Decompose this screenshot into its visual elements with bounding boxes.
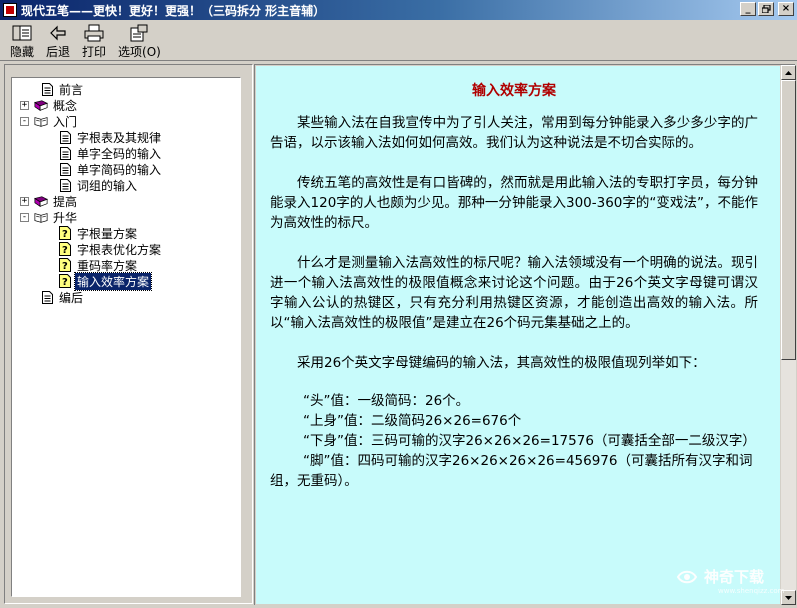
question-page-icon: ? — [58, 242, 72, 256]
question-page-icon: ? — [58, 226, 72, 240]
tree-item-phrases[interactable]: 词组的输入 — [58, 177, 139, 193]
collapse-toggle[interactable]: - — [20, 116, 29, 126]
scroll-thumb[interactable] — [781, 80, 796, 360]
watermark-text: 神奇下载 — [704, 568, 765, 586]
options-label: 选项(O) — [118, 45, 161, 59]
expand-toggle[interactable]: + — [20, 196, 29, 206]
tree-item-input-efficiency[interactable]: ? 输入效率方案 — [58, 271, 153, 291]
hide-button[interactable]: 隐藏 — [4, 20, 40, 60]
tree-item-radical-count[interactable]: ? 字根量方案 — [58, 225, 139, 241]
arrow-up-icon — [785, 70, 792, 75]
page-icon — [58, 178, 72, 192]
tree-item-duplicate-rate[interactable]: ? 重码率方案 — [58, 257, 139, 273]
page-icon — [58, 130, 72, 144]
tree-item-concept[interactable]: + 概念 — [20, 97, 79, 113]
svg-text:?: ? — [62, 277, 68, 288]
watermark-url: www.shenqizz.com — [718, 587, 785, 595]
toolbar: 隐藏 后退 打印 选项(O) — [0, 20, 797, 61]
tree-item-label: 字根表及其规律 — [77, 130, 162, 145]
page-icon — [40, 290, 54, 304]
paragraph: 什么才是测量输入法高效性的标尺呢？输入法领域没有一个明确的说法。现引进一个输入法… — [270, 255, 758, 331]
tree-item-label: 升华 — [53, 210, 78, 225]
tree-item-label: 单字简码的输入 — [77, 162, 162, 177]
list-item: “下身”值：三码可输的汉字26×26×26=17576（可囊括全部一二级汉字） — [303, 433, 756, 449]
list-item: “头”值：一级简码：26个。 — [303, 393, 470, 409]
tree-item-label: 前言 — [59, 82, 84, 97]
tree-item-label-selected: 输入效率方案 — [73, 271, 153, 291]
tree-item-short-code[interactable]: 单字简码的输入 — [58, 161, 163, 177]
back-label: 后退 — [46, 45, 71, 59]
options-icon — [128, 23, 150, 42]
limit-values-list: “头”值：一级简码：26个。 “上身”值：二级简码26×26=676个 “下身”… — [270, 391, 758, 491]
book-open-icon — [34, 114, 48, 128]
svg-text:?: ? — [62, 229, 68, 240]
svg-text:?: ? — [62, 245, 68, 256]
back-arrow-icon — [47, 23, 69, 42]
book-closed-icon — [34, 98, 48, 112]
list-item: “上身”值：二级简码26×26=676个 — [303, 413, 522, 429]
question-page-icon: ? — [58, 274, 72, 288]
close-button[interactable]: × — [778, 2, 794, 16]
expand-toggle[interactable]: + — [20, 100, 29, 110]
tree-item-improve[interactable]: + 提高 — [20, 193, 79, 209]
tree-item-label: 单字全码的输入 — [77, 146, 162, 161]
tree-item-label: 概念 — [53, 98, 78, 113]
watermark-logo-icon — [676, 570, 698, 583]
print-label: 打印 — [82, 45, 107, 59]
hide-pane-icon — [11, 23, 33, 42]
tree-item-label: 字根表优化方案 — [77, 242, 162, 257]
restore-button[interactable] — [758, 2, 774, 16]
paragraph: 采用26个英文字母键编码的输入法，其高效性的极限值现列举如下： — [297, 355, 706, 371]
tree-item-label: 重码率方案 — [77, 258, 138, 273]
scroll-up-button[interactable] — [781, 65, 796, 80]
page-icon — [58, 162, 72, 176]
tree-item-full-code[interactable]: 单字全码的输入 — [58, 145, 163, 161]
window-controls: _ × — [740, 2, 794, 16]
contents-tree[interactable]: 前言 + 概念 - 入门 字根表及其规律 单字全码的输入 单字简码的输入 词组的… — [11, 77, 241, 597]
vertical-scrollbar[interactable] — [781, 65, 796, 605]
page-icon — [58, 146, 72, 160]
restore-icon — [761, 5, 771, 13]
question-page-icon: ? — [58, 258, 72, 272]
book-closed-icon — [34, 194, 48, 208]
tree-item-intro[interactable]: - 入门 — [20, 113, 79, 129]
hide-label: 隐藏 — [10, 45, 35, 59]
svg-text:?: ? — [62, 261, 68, 272]
printer-icon — [83, 23, 105, 42]
book-open-icon — [34, 210, 48, 224]
tree-item-label: 词组的输入 — [77, 178, 138, 193]
tree-item-label: 提高 — [53, 194, 78, 209]
list-item: “脚”值：四码可输的汉字26×26×26×26=456976（可囊括所有汉字和词… — [270, 453, 753, 489]
options-button[interactable]: 选项(O) — [112, 20, 167, 60]
tree-item-sublimation[interactable]: - 升华 — [20, 209, 79, 225]
tree-item-radical-optimize[interactable]: ? 字根表优化方案 — [58, 241, 163, 257]
collapse-toggle[interactable]: - — [20, 212, 29, 222]
tree-item-label: 编后 — [59, 290, 84, 305]
minimize-button[interactable]: _ — [740, 2, 756, 16]
arrow-down-icon — [785, 595, 792, 600]
topic-title: 输入效率方案 — [472, 83, 556, 99]
tree-item-label: 入门 — [53, 114, 78, 129]
print-button[interactable]: 打印 — [76, 20, 112, 60]
tree-item-label: 字根量方案 — [77, 226, 138, 241]
back-button[interactable]: 后退 — [40, 20, 76, 60]
tree-item-radicals[interactable]: 字根表及其规律 — [58, 129, 163, 145]
window-title: 现代五笔——更快！更好！更强！（三码拆分 形主音辅） — [21, 3, 326, 18]
paragraph: 某些输入法在自我宣传中为了引人关注，常用到每分钟能录入多少多少字的广告语，以示该… — [270, 115, 758, 151]
watermark: 神奇下载 — [676, 566, 764, 587]
page-icon — [40, 82, 54, 96]
contents-pane: 前言 + 概念 - 入门 字根表及其规律 单字全码的输入 单字简码的输入 词组的… — [4, 64, 253, 604]
topic-content[interactable]: 输入效率方案 某些输入法在自我宣传中为了引人关注，常用到每分钟能录入多少多少字的… — [256, 66, 780, 604]
tree-item-preface[interactable]: 前言 — [40, 81, 85, 97]
title-bar[interactable]: 现代五笔——更快！更好！更强！（三码拆分 形主音辅） _ × — [0, 0, 797, 20]
tree-item-afterword[interactable]: 编后 — [40, 289, 85, 305]
topic-pane: 输入效率方案 某些输入法在自我宣传中为了引人关注，常用到每分钟能录入多少多少字的… — [254, 64, 796, 605]
paragraph: 传统五笔的高效性是有口皆碑的，然而就是用此输入法的专职打字员，每分钟能录入120… — [270, 175, 758, 231]
app-icon — [3, 3, 17, 17]
